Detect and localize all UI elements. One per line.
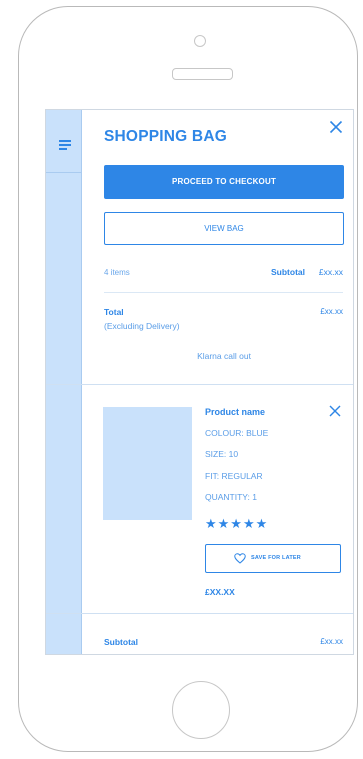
screen: SHOPPING BAG PROCEED TO CHECKOUT VIEW BA… — [45, 109, 354, 655]
footer-subtotal-value: £xx.xx — [320, 637, 343, 646]
home-button[interactable] — [172, 681, 230, 739]
bag-footer: Subtotal £xx.xx — [82, 110, 353, 654]
speaker-slot — [172, 68, 233, 80]
sidebar-divider — [46, 172, 81, 173]
camera-icon — [194, 35, 206, 47]
hamburger-icon[interactable] — [59, 140, 71, 150]
footer-subtotal-label: Subtotal — [104, 637, 138, 647]
sidebar — [46, 110, 82, 654]
